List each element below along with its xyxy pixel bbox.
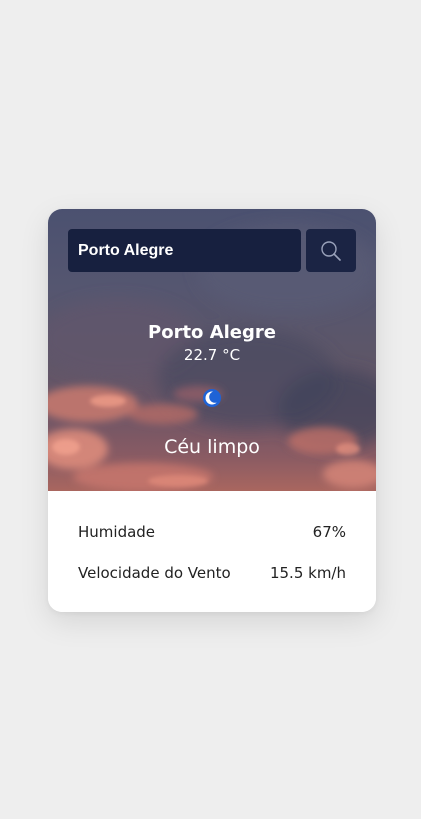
search-button[interactable] <box>306 229 356 272</box>
moon-icon <box>203 389 221 407</box>
search-icon <box>321 240 341 261</box>
weather-description: Céu limpo <box>164 436 260 458</box>
search-box <box>68 229 301 272</box>
wind-speed-row: Velocidade do Vento 15.5 km/h <box>78 564 346 582</box>
humidity-row: Humidade 67% <box>78 523 346 541</box>
wind-speed-label: Velocidade do Vento <box>78 564 231 582</box>
humidity-value: 67% <box>312 523 346 541</box>
weather-details: Humidade 67% Velocidade do Vento 15.5 km… <box>48 491 376 612</box>
temperature: 22.7 °C <box>183 346 241 364</box>
humidity-label: Humidade <box>78 523 156 541</box>
weather-card: Porto Alegre 22.7 °C Céu limpo Humidade … <box>48 209 376 612</box>
city-name: Porto Alegre <box>148 322 276 343</box>
weather-hero-background: Porto Alegre 22.7 °C Céu limpo <box>48 209 376 491</box>
wind-speed-value: 15.5 km/h <box>269 564 346 582</box>
city-search-input[interactable] <box>78 241 291 260</box>
